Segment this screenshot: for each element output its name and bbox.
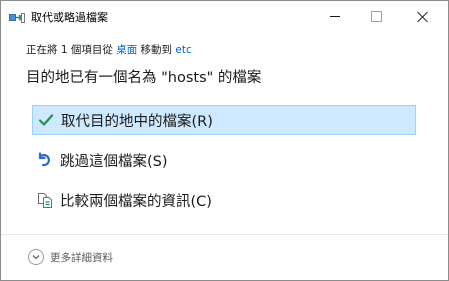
skip-file-label: 跳過這個檔案(S) [60, 153, 168, 170]
skip-file-option[interactable]: 跳過這個檔案(S) [32, 145, 416, 175]
compare-files-icon [37, 192, 53, 208]
minimize-icon [330, 15, 340, 17]
window-title: 取代或略過檔案 [31, 11, 108, 24]
skip-arrow-icon [37, 152, 53, 168]
progress-prefix: 正在將 1 個項目從 [26, 44, 117, 56]
more-details-button[interactable]: 更多詳細資料 [28, 249, 113, 265]
destination-link[interactable]: etc [175, 44, 191, 56]
close-button[interactable] [402, 1, 442, 31]
dialog-footer: 更多詳細資料 [1, 235, 448, 280]
maximize-icon [370, 10, 382, 22]
compare-files-option[interactable]: 比較兩個檔案的資訊(C) [32, 185, 416, 215]
replace-or-skip-dialog: 取代或略過檔案 正在將 1 個項目從 桌面 移動到 etc 目的地已有一個名為 … [0, 0, 449, 281]
checkmark-icon [38, 112, 54, 128]
file-move-icon [9, 10, 25, 24]
replace-file-option[interactable]: 取代目的地中的檔案(R) [32, 105, 416, 135]
source-link[interactable]: 桌面 [116, 44, 137, 56]
compare-files-label: 比較兩個檔案的資訊(C) [60, 193, 212, 210]
minimize-button[interactable] [315, 1, 355, 31]
title-bar[interactable]: 取代或略過檔案 [1, 1, 448, 31]
replace-file-label: 取代目的地中的檔案(R) [61, 113, 213, 130]
more-details-label: 更多詳細資料 [50, 251, 113, 264]
conflict-headline: 目的地已有一個名為 "hosts" 的檔案 [26, 70, 262, 86]
move-progress-text: 正在將 1 個項目從 桌面 移動到 etc [26, 42, 192, 57]
progress-middle: 移動到 [137, 44, 176, 56]
close-icon [417, 11, 428, 22]
maximize-button[interactable] [356, 1, 396, 31]
chevron-down-icon [28, 249, 44, 265]
